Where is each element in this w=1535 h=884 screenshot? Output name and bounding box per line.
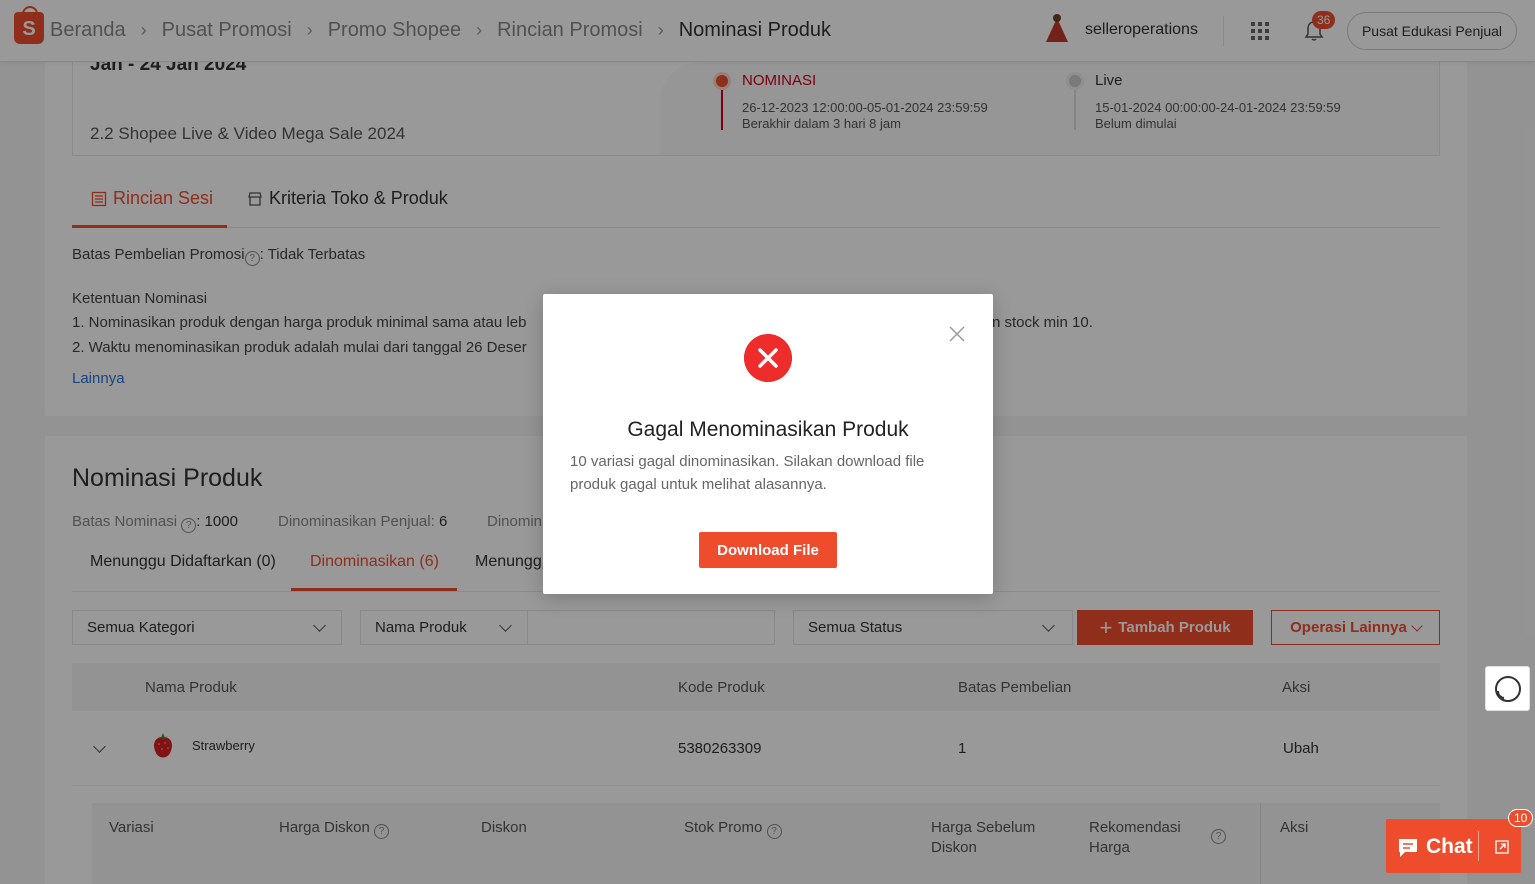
modal-title: Gagal Menominasikan Produk [627,418,909,441]
chat-bubble-icon [1399,839,1417,857]
help-button[interactable] [1485,666,1530,711]
error-icon [744,334,792,382]
popout-icon[interactable] [1494,839,1510,855]
error-modal: Gagal Menominasikan Produk 10 variasi ga… [543,294,993,594]
modal-message: 10 variasi gagal dinominasikan. Silakan … [570,453,925,493]
download-file-button[interactable]: Download File [699,532,837,568]
chat-divider [1478,831,1479,861]
chat-label: Chat [1426,835,1473,858]
close-icon[interactable] [947,324,967,344]
chat-button[interactable]: Chat 10 [1386,809,1534,873]
headset-icon [1495,676,1521,702]
chat-badge: 10 [1508,809,1534,827]
